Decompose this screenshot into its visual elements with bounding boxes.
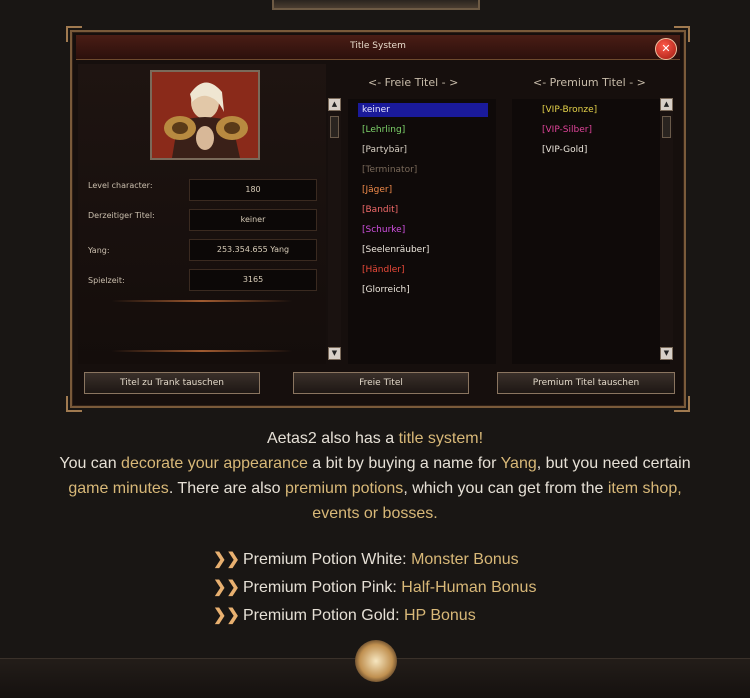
potion-item: ❯❯ Premium Potion Pink: Half-Human Bonus — [213, 577, 536, 597]
free-list-scrollbar[interactable]: ▲ ▼ — [328, 98, 341, 360]
title-list-item[interactable]: [Seelenräuber] — [358, 243, 488, 257]
scroll-up-icon[interactable]: ▲ — [660, 98, 673, 111]
title-list-item[interactable]: keiner — [358, 103, 488, 117]
desc-highlight: Yang — [500, 455, 537, 472]
title-list-item[interactable]: [Glorreich] — [358, 283, 488, 297]
title-list-item[interactable]: [Terminator] — [358, 163, 488, 177]
intro-text: Aetas2 also has a — [266, 430, 399, 447]
title-list-item[interactable]: [VIP-Bronze] — [538, 103, 668, 117]
arrow-icon: ❯❯ — [213, 607, 240, 624]
trade-title-button[interactable]: Titel zu Trank tauschen — [84, 372, 260, 394]
stat-label-yang: Yang: — [88, 246, 110, 255]
desc-highlight: game minutes — [68, 480, 169, 497]
title-list-item[interactable]: [VIP-Gold] — [538, 143, 668, 157]
desc-highlight: decorate your appearance — [121, 455, 308, 472]
potion-item: ❯❯ Premium Potion White: Monster Bonus — [213, 549, 519, 569]
stat-value-playtime: 3165 — [189, 269, 317, 291]
window-titlebar[interactable]: Title System ✕ — [76, 35, 680, 60]
title-list-item[interactable]: [Partybär] — [358, 143, 488, 157]
title-list-item[interactable]: [VIP-Silber] — [538, 123, 668, 137]
desc-text: You can — [59, 455, 122, 472]
close-icon[interactable]: ✕ — [655, 38, 677, 60]
stat-label-level: Level character: — [88, 181, 153, 190]
title-list-item[interactable]: [Händler] — [358, 263, 488, 277]
desc-text: , but you need certain — [536, 455, 691, 472]
stat-value-yang: 253.354.655 Yang — [189, 239, 317, 261]
stat-value-level: 180 — [189, 179, 317, 201]
corner-ornament — [674, 396, 690, 412]
potion-label: Premium Potion Pink: — [243, 579, 402, 596]
title-list-item[interactable]: [Lehrling] — [358, 123, 488, 137]
intro-line: Aetas2 also has a title system! — [0, 430, 750, 448]
title-list-item[interactable]: [Bandit] — [358, 203, 488, 217]
description-line: You can decorate your appearance a bit b… — [0, 455, 750, 473]
emblem-icon — [355, 640, 397, 682]
potion-label: Premium Potion Gold: — [243, 607, 404, 624]
premium-trade-button[interactable]: Premium Titel tauschen — [497, 372, 675, 394]
character-portrait — [150, 70, 260, 160]
premium-list-scrollbar[interactable]: ▲ ▼ — [660, 98, 673, 360]
intro-highlight: title system! — [398, 430, 484, 447]
divider-glow — [112, 350, 292, 352]
corner-ornament — [66, 396, 82, 412]
desc-text: . There are also — [168, 480, 286, 497]
top-nav-bar — [272, 0, 480, 10]
description-line: events or bosses. — [0, 505, 750, 523]
scroll-thumb[interactable] — [662, 116, 671, 138]
stat-label-title: Derzeitiger Titel: — [88, 211, 155, 220]
desc-highlight: premium potions — [285, 480, 404, 497]
potion-item: ❯❯ Premium Potion Gold: HP Bonus — [213, 605, 476, 625]
scroll-up-icon[interactable]: ▲ — [328, 98, 341, 111]
description-line: game minutes. There are also premium pot… — [0, 480, 750, 498]
potion-label: Premium Potion White: — [243, 551, 412, 568]
title-list-item[interactable]: [Jäger] — [358, 183, 488, 197]
desc-text: , which you can get from the — [403, 480, 608, 497]
arrow-icon: ❯❯ — [213, 579, 240, 596]
desc-text: a bit by buying a name for — [307, 455, 501, 472]
title-system-window: Title System ✕ Level character: 180 Derz… — [66, 26, 690, 412]
window-title: Title System — [350, 41, 406, 51]
scroll-thumb[interactable] — [330, 116, 339, 138]
divider-glow — [112, 300, 292, 302]
potion-bonus: Half-Human Bonus — [401, 579, 537, 596]
desc-highlight: item shop, — [607, 480, 682, 497]
potion-bonus: HP Bonus — [403, 607, 476, 624]
arrow-icon: ❯❯ — [213, 551, 240, 568]
scroll-down-icon[interactable]: ▼ — [328, 347, 341, 360]
free-titles-header: <- Freie Titel - > — [368, 76, 459, 89]
scroll-down-icon[interactable]: ▼ — [660, 347, 673, 360]
premium-titles-header: <- Premium Titel - > — [533, 76, 646, 89]
stat-label-playtime: Spielzeit: — [88, 276, 125, 285]
free-titles-button[interactable]: Freie Titel — [293, 372, 469, 394]
premium-titles-list — [512, 99, 670, 364]
stat-value-title: keiner — [189, 209, 317, 231]
potion-bonus: Monster Bonus — [411, 551, 519, 568]
desc-highlight: events or bosses. — [312, 505, 438, 522]
title-list-item[interactable]: [Schurke] — [358, 223, 488, 237]
